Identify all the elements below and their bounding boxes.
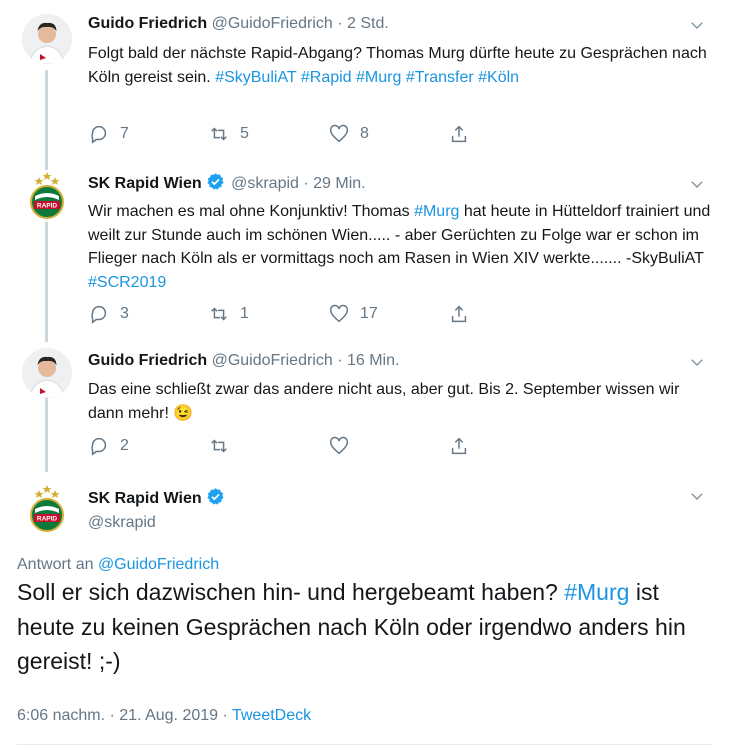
tweet[interactable]: Guido Friedrich @GuidoFriedrich · 2 Std.… xyxy=(0,0,730,160)
tweet-text-segment: 😉 xyxy=(173,404,194,422)
reply-context-label: Antwort an xyxy=(17,556,98,573)
hashtag-link[interactable]: #Murg xyxy=(414,203,459,220)
tweet[interactable]: RAPID SK Rapid Wien @skrapid · 29 Min. W… xyxy=(0,160,730,338)
retweet-icon xyxy=(211,307,227,321)
reply-icon xyxy=(91,125,107,144)
tweet-time[interactable]: · 29 Min. xyxy=(303,175,365,192)
hashtag-link[interactable]: #Murg xyxy=(564,579,629,605)
author-name[interactable]: SK Rapid Wien xyxy=(88,175,202,192)
reply-icon xyxy=(91,437,107,456)
tweet-text-segment: Soll er sich dazwischen hin- und hergebe… xyxy=(17,579,565,605)
heart-icon xyxy=(330,124,348,143)
retweet-button[interactable]: 5 xyxy=(208,121,249,147)
chevron-down-icon[interactable] xyxy=(688,175,706,193)
avatar[interactable] xyxy=(22,348,72,398)
chevron-down-icon[interactable] xyxy=(688,16,706,34)
tweet-text: Das eine schließt zwar das andere nicht … xyxy=(88,378,713,425)
chevron-down-icon[interactable] xyxy=(688,353,706,371)
reply-button[interactable]: 3 xyxy=(88,301,129,327)
svg-text:RAPID: RAPID xyxy=(37,203,58,210)
person-avatar-image xyxy=(22,348,72,398)
reply-count: 7 xyxy=(120,125,129,142)
hashtag-link[interactable]: #Rapid xyxy=(301,69,352,86)
retweet-count: 5 xyxy=(240,125,249,142)
divider xyxy=(17,744,713,745)
share-icon xyxy=(451,437,467,455)
author-name[interactable]: Guido Friedrich xyxy=(88,352,207,369)
hashtag-link[interactable]: #Transfer xyxy=(406,69,474,86)
tweet-text: Folgt bald der nächste Rapid-Abgang? Tho… xyxy=(88,42,713,89)
verified-badge-icon xyxy=(207,173,224,190)
heart-icon xyxy=(330,304,348,323)
author-handle[interactable]: @GuidoFriedrich xyxy=(212,15,333,32)
tweet-timestamp[interactable]: 6:06 nachm. · 21. Aug. 2019 · xyxy=(17,707,232,724)
author-handle[interactable]: @skrapid xyxy=(88,512,156,534)
chevron-down-icon[interactable] xyxy=(688,487,706,505)
avatar[interactable] xyxy=(22,14,72,64)
like-count: 8 xyxy=(360,125,369,142)
svg-text:RAPID: RAPID xyxy=(37,516,58,523)
tweet-text-segment: Wir machen es mal ohne Konjunktiv! Thoma… xyxy=(88,203,415,220)
avatar[interactable]: RAPID xyxy=(22,170,72,220)
verified-badge-icon xyxy=(207,488,224,505)
tweet-text: Wir machen es mal ohne Konjunktiv! Thoma… xyxy=(88,200,713,294)
rapid-logo-image: RAPID xyxy=(30,172,64,219)
reply-context: Antwort an @GuidoFriedrich xyxy=(17,556,219,574)
author-name[interactable]: SK Rapid Wien xyxy=(88,490,202,507)
tweet-time[interactable]: · 2 Std. xyxy=(337,15,389,32)
like-button[interactable]: 8 xyxy=(328,121,369,147)
share-icon xyxy=(451,125,467,143)
main-tweet-text: Soll er sich dazwischen hin- und hergebe… xyxy=(17,575,707,679)
retweet-icon xyxy=(211,439,227,453)
share-button[interactable] xyxy=(448,433,470,459)
reply-count: 2 xyxy=(120,437,129,454)
reply-button[interactable]: 7 xyxy=(88,121,129,147)
hashtag-link[interactable]: #Köln xyxy=(478,69,519,86)
author-handle[interactable]: @skrapid xyxy=(231,175,299,192)
retweet-count: 1 xyxy=(240,305,249,322)
tweet-source-link[interactable]: TweetDeck xyxy=(232,707,311,724)
share-button[interactable] xyxy=(448,301,470,327)
avatar[interactable]: RAPID xyxy=(22,483,72,533)
share-button[interactable] xyxy=(448,121,470,147)
hashtag-link[interactable]: #SkyBuliAT xyxy=(215,69,296,86)
hashtag-link[interactable]: #Murg xyxy=(356,69,401,86)
tweet[interactable]: Guido Friedrich @GuidoFriedrich · 16 Min… xyxy=(0,338,730,475)
rapid-logo-image: RAPID xyxy=(30,485,64,532)
person-avatar-image xyxy=(22,14,72,64)
author-name[interactable]: Guido Friedrich xyxy=(88,15,207,32)
hashtag-link[interactable]: #SCR2019 xyxy=(88,274,166,291)
author-handle[interactable]: @GuidoFriedrich xyxy=(212,352,333,369)
tweet-footer: 6:06 nachm. · 21. Aug. 2019 · TweetDeck xyxy=(17,707,311,725)
like-count: 17 xyxy=(360,305,378,322)
reply-icon xyxy=(91,305,107,324)
reply-count: 3 xyxy=(120,305,129,322)
retweet-icon xyxy=(211,127,227,141)
reply-to-link[interactable]: @GuidoFriedrich xyxy=(98,556,219,573)
like-button[interactable] xyxy=(328,433,360,459)
like-button[interactable]: 17 xyxy=(328,301,378,327)
share-icon xyxy=(451,305,467,323)
retweet-button[interactable] xyxy=(208,433,240,459)
heart-icon xyxy=(330,436,348,455)
reply-button[interactable]: 2 xyxy=(88,433,129,459)
retweet-button[interactable]: 1 xyxy=(208,301,249,327)
tweet-time[interactable]: · 16 Min. xyxy=(337,352,399,369)
